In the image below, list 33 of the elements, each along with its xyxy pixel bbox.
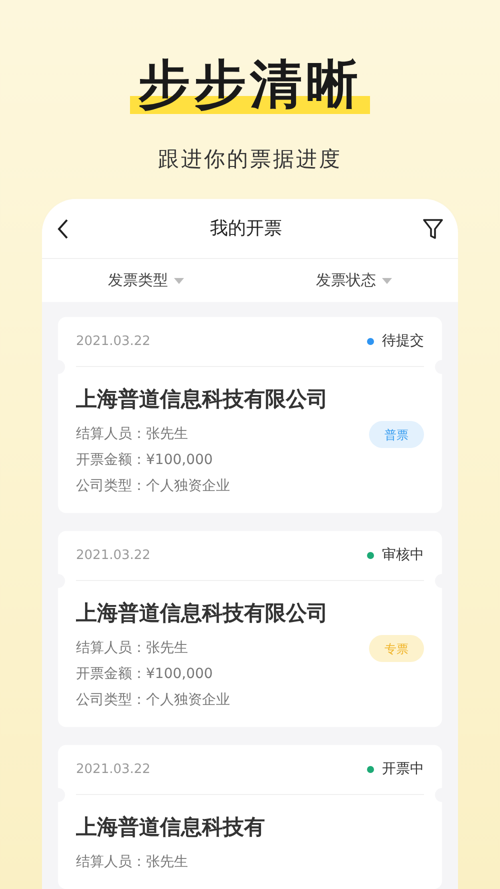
filter-dropdown[interactable]: 发票类型 [42,259,250,302]
field-label: 结算人员： [76,852,146,872]
field-label: 结算人员： [76,638,146,658]
invoice-type-badge: 专票 [369,635,424,662]
field-label: 开票金额： [76,450,146,470]
field-value: 张先生 [146,638,188,658]
invoice-type-badge: 普票 [369,421,424,448]
invoice-date: 2021.03.22 [76,760,150,779]
invoice-status: 开票中 [382,760,424,779]
company-name: 上海普道信息科技有 [76,814,266,841]
back-icon[interactable] [56,218,70,240]
company-name: 上海普道信息科技有限公司 [76,600,329,627]
field-label: 公司类型： [76,476,146,496]
field-value: 张先生 [146,424,188,444]
field-label: 公司类型： [76,690,146,710]
invoice-status: 待提交 [382,332,424,351]
field-value: ¥100,000 [146,664,213,684]
field-value: 个人独资企业 [146,690,230,710]
invoice-status: 审核中 [382,546,424,565]
field-value: 张先生 [146,852,188,872]
caret-icon [174,278,184,284]
caret-icon [382,278,392,284]
field-value: 个人独资企业 [146,476,230,496]
field-label: 结算人员： [76,424,146,444]
filter-dropdown[interactable]: 发票状态 [250,259,458,302]
screen-title: 我的开票 [210,217,282,242]
filter-icon[interactable] [422,216,444,241]
field-value: ¥100,000 [146,450,213,470]
invoice-date: 2021.03.22 [76,546,150,565]
invoice-date: 2021.03.22 [76,332,150,351]
field-label: 开票金额： [76,664,146,684]
subtitle: 跟进你的票据进度 [158,146,342,173]
company-name: 上海普道信息科技有限公司 [76,386,329,413]
